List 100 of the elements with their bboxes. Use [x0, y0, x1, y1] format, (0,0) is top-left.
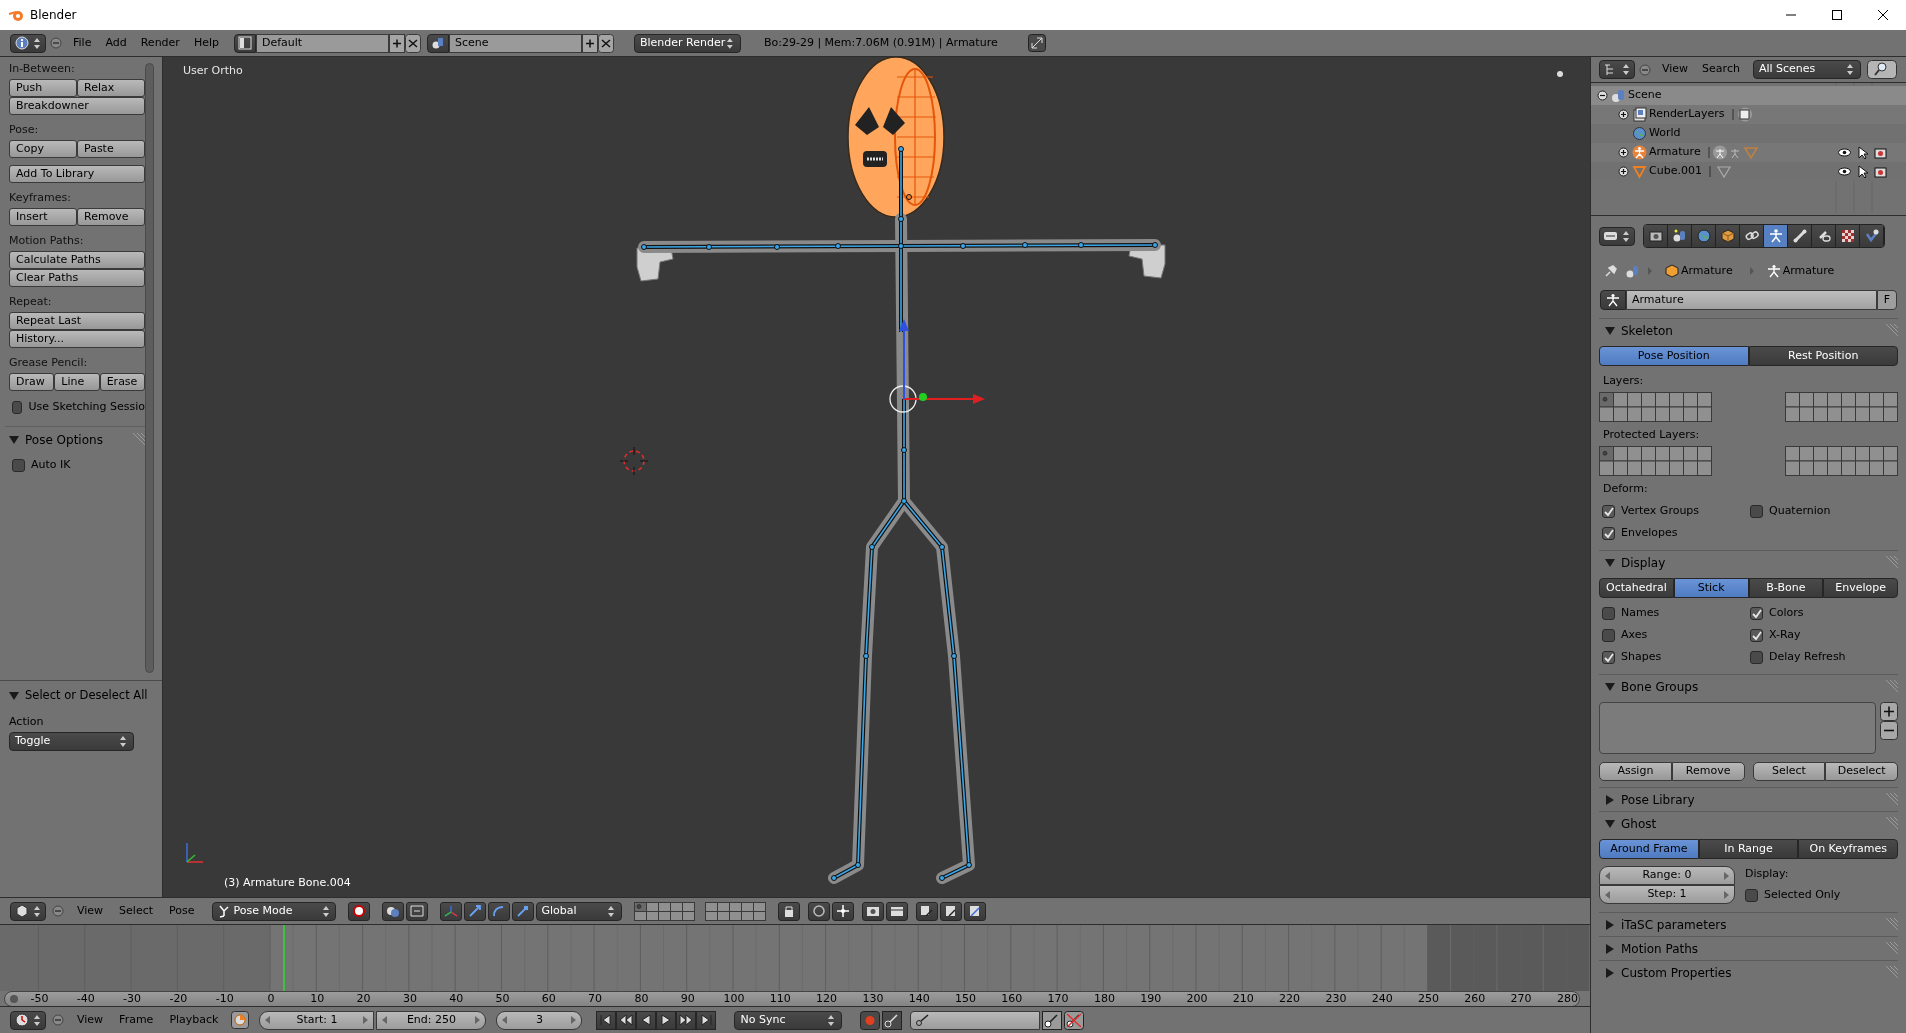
- mode-dropdown[interactable]: Pose Mode: [211, 901, 336, 921]
- checkbox[interactable]: [1602, 650, 1615, 664]
- drag-handle-icon[interactable]: [1884, 323, 1898, 338]
- expanded-triangle-icon[interactable]: [1605, 325, 1615, 336]
- remove-icon[interactable]: [1880, 721, 1898, 740]
- expanded-triangle-icon[interactable]: [1605, 557, 1615, 568]
- collapse-icon[interactable]: [52, 1014, 64, 1026]
- collapse-icon[interactable]: [1639, 63, 1651, 76]
- record-button[interactable]: [860, 1010, 881, 1030]
- properties-tab[interactable]: [1716, 225, 1740, 247]
- outliner-row-highlight[interactable]: Scene: [1591, 86, 1906, 105]
- drag-handle-icon[interactable]: [131, 432, 145, 447]
- collapsed-triangle-icon[interactable]: [1605, 919, 1615, 930]
- close-icon[interactable]: [404, 33, 421, 53]
- toolbar-button[interactable]: [777, 901, 800, 921]
- tool-button[interactable]: Push: [9, 79, 77, 97]
- collapse-icon[interactable]: [52, 905, 64, 917]
- tool-button[interactable]: History...: [9, 330, 145, 348]
- checkbox[interactable]: [1602, 628, 1615, 642]
- maximize-icon[interactable]: [1829, 7, 1845, 23]
- screen-layout-icon[interactable]: [237, 36, 252, 50]
- toggle-option[interactable]: Around Frame: [1599, 839, 1699, 859]
- display-mode-dropdown[interactable]: All Scenes: [1752, 60, 1861, 79]
- toggle-option[interactable]: On Keyframes: [1798, 839, 1898, 859]
- menu-item[interactable]: View: [1655, 61, 1696, 78]
- eye-icon[interactable]: [1837, 145, 1852, 160]
- end-frame-field[interactable]: End: 250: [376, 1010, 487, 1030]
- keying-icon[interactable]: [231, 1011, 250, 1029]
- expand-toggle-icon[interactable]: [1618, 109, 1629, 120]
- expand-toggle-icon[interactable]: [1618, 166, 1629, 177]
- toolbar-button[interactable]: [807, 901, 830, 921]
- sync-dropdown[interactable]: No Sync: [734, 1010, 843, 1030]
- breadcrumb-item[interactable]: Armature: [1782, 262, 1835, 280]
- properties-tab[interactable]: [1836, 225, 1860, 247]
- collapse-toggle-icon[interactable]: [1597, 90, 1608, 101]
- collapse-icon[interactable]: [50, 37, 62, 49]
- toolbar-button[interactable]: [861, 901, 884, 921]
- drag-handle-icon[interactable]: [1884, 965, 1898, 980]
- panel-button[interactable]: Select: [1752, 762, 1826, 781]
- properties-tab[interactable]: [1860, 225, 1884, 247]
- collapsed-triangle-icon[interactable]: [1605, 794, 1615, 805]
- panel-button[interactable]: Deselect: [1825, 762, 1898, 781]
- render-engine-dropdown[interactable]: Blender Render: [633, 33, 741, 53]
- frame-ruler[interactable]: -50 -40 -30 -20 -10 0 10 20 30 40 50 60 70 80 90 100 110 120 130 140 150 160 170 180 190 200 210 220 230 240 250 260 270 280: [4, 991, 1580, 1006]
- expanded-triangle-icon[interactable]: [9, 434, 19, 445]
- menu-item[interactable]: Help: [186, 34, 226, 52]
- checkbox[interactable]: [1602, 606, 1615, 620]
- add-icon[interactable]: [1880, 702, 1898, 721]
- tool-button[interactable]: Calculate Paths: [9, 251, 145, 269]
- delete-keyframe-icon[interactable]: [1064, 1010, 1085, 1030]
- toolbar-button[interactable]: [511, 901, 534, 921]
- tool-button[interactable]: Paste: [77, 140, 145, 158]
- checkbox[interactable]: [12, 458, 25, 472]
- current-frame-field[interactable]: 3: [496, 1010, 583, 1030]
- close-icon[interactable]: [1875, 7, 1891, 23]
- layer-grid[interactable]: [1599, 392, 1712, 422]
- toolbar-button[interactable]: [487, 901, 510, 921]
- toggle-option[interactable]: Pose Position: [1599, 346, 1749, 366]
- editor-type-button[interactable]: [10, 33, 46, 53]
- keying-set-field[interactable]: [910, 1010, 1041, 1030]
- toggle-option[interactable]: Stick: [1673, 578, 1749, 598]
- key-icon[interactable]: [882, 1010, 903, 1030]
- drag-handle-icon[interactable]: [1884, 555, 1898, 570]
- toolbar-button[interactable]: [463, 901, 486, 921]
- toolbar-button[interactable]: [347, 901, 370, 921]
- checkbox[interactable]: [1602, 504, 1615, 518]
- toolbar-button[interactable]: [963, 901, 986, 921]
- toolbar-button[interactable]: [885, 901, 908, 921]
- menu-item[interactable]: Search: [1695, 61, 1747, 78]
- checkbox[interactable]: [1602, 526, 1615, 540]
- expanded-triangle-icon[interactable]: [1605, 681, 1615, 692]
- jump-end-button[interactable]: [696, 1010, 717, 1030]
- editor-type-button[interactable]: [1599, 226, 1635, 246]
- camera-icon[interactable]: [1873, 145, 1888, 160]
- drag-handle-icon[interactable]: [1884, 941, 1898, 956]
- editor-type-button[interactable]: [10, 1010, 46, 1030]
- menu-item[interactable]: File: [66, 34, 99, 52]
- close-icon[interactable]: [597, 33, 614, 53]
- collapsed-triangle-icon[interactable]: [1605, 943, 1615, 954]
- toggle-option[interactable]: Envelope: [1823, 578, 1898, 598]
- outliner-item-label[interactable]: Cube.001: [1649, 163, 1702, 180]
- drag-handle-icon[interactable]: [1884, 917, 1898, 932]
- jump-start-button[interactable]: [596, 1010, 617, 1030]
- properties-tab[interactable]: [1668, 225, 1692, 247]
- number-field[interactable]: Step: 1: [1599, 885, 1735, 904]
- orientation-dropdown[interactable]: Global: [535, 901, 622, 921]
- tool-button[interactable]: Relax: [77, 79, 145, 97]
- pin-icon[interactable]: [1603, 263, 1619, 279]
- outliner-item-label[interactable]: Armature: [1649, 144, 1701, 161]
- expanded-triangle-icon[interactable]: [9, 691, 19, 701]
- editor-type-button[interactable]: [1599, 60, 1635, 79]
- menu-item[interactable]: Select: [112, 902, 161, 920]
- outliner-item-label[interactable]: World: [1649, 125, 1681, 142]
- tool-button[interactable]: Remove: [77, 208, 145, 226]
- tool-button[interactable]: Copy: [9, 140, 77, 158]
- menu-item[interactable]: View: [70, 902, 111, 920]
- play-reverse-button[interactable]: [636, 1010, 657, 1030]
- toggle-option[interactable]: Rest Position: [1748, 346, 1898, 366]
- panel-button[interactable]: Assign: [1599, 762, 1672, 781]
- datablock-name-field[interactable]: Armature: [1626, 290, 1877, 310]
